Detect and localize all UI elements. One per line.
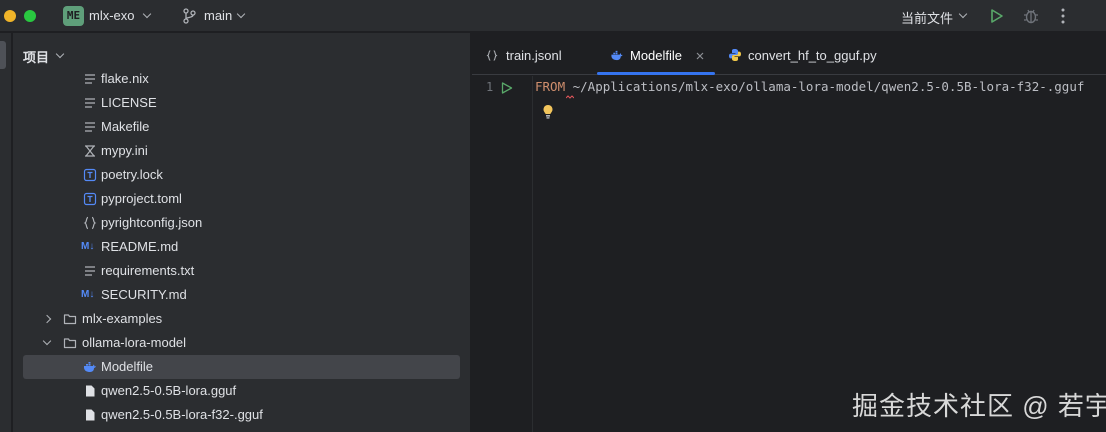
docker-icon <box>84 362 96 372</box>
json-file-icon <box>486 50 498 61</box>
tree-item[interactable]: requirements.txt <box>13 259 461 283</box>
tree-item[interactable]: poetry.lock <box>13 163 461 187</box>
window-close-button[interactable] <box>4 10 16 22</box>
branch-name[interactable]: main <box>204 8 232 23</box>
toml-file-icon <box>83 192 97 206</box>
text-lines-icon <box>85 98 95 108</box>
tab-convert-hf-to-gguf[interactable]: convert_hf_to_gguf.py <box>726 33 906 75</box>
tool-window-strip <box>0 33 12 432</box>
folder-icon <box>63 338 77 349</box>
tree-item[interactable]: qwen2.5-0.5B-lora.gguf <box>13 379 461 403</box>
tree-item[interactable]: Makefile <box>13 115 461 139</box>
more-options-icon[interactable] <box>1058 7 1068 25</box>
active-tab-indicator <box>597 72 715 75</box>
docker-icon <box>611 50 623 61</box>
project-panel: 项目 flake.nix LICENSE Makefile mypy.ini p… <box>13 33 471 432</box>
editor-tabs: train.jsonl Modelfile convert_hf_to_gguf… <box>472 33 1106 75</box>
tree-item-selected[interactable]: Modelfile <box>13 355 461 379</box>
tree-item[interactable]: M↓ SECURITY.md <box>13 283 461 307</box>
window-minimize-button[interactable] <box>24 10 36 22</box>
watermark: 掘金技术社区 @ 若宇 <box>852 391 1106 421</box>
gutter-run-icon[interactable] <box>501 82 513 94</box>
chevron-right-icon[interactable] <box>42 314 52 324</box>
close-tab-icon[interactable] <box>696 52 704 60</box>
panel-title[interactable]: 项目 <box>23 47 49 66</box>
debug-icon[interactable] <box>1022 7 1040 25</box>
tree-item[interactable]: M↓ README.md <box>13 235 461 259</box>
code-line[interactable]: FROM ~/Applications/mlx-exo/ollama-lora-… <box>535 79 1084 94</box>
warning-squiggle <box>566 95 574 99</box>
tree-item[interactable]: qwen2.5-0.5B-lora-f32-.gguf <box>13 403 461 427</box>
config-file-icon <box>85 145 95 157</box>
code-path: ~/Applications/mlx-exo/ollama-lora-model… <box>565 79 1085 94</box>
title-bar: ME mlx-exo main 当前文件 <box>0 0 1106 32</box>
editor-area: train.jsonl Modelfile convert_hf_to_gguf… <box>472 33 1106 432</box>
lightbulb-icon[interactable] <box>542 104 554 120</box>
tree-item[interactable]: mypy.ini <box>13 139 461 163</box>
code-keyword: FROM <box>535 79 566 94</box>
tree-folder[interactable]: mlx-examples <box>13 307 461 331</box>
tree-item[interactable]: pyproject.toml <box>13 187 461 211</box>
tab-train-jsonl[interactable]: train.jsonl <box>484 33 589 75</box>
toml-file-icon <box>83 168 97 182</box>
text-lines-icon <box>85 74 95 84</box>
tree-item[interactable]: flake.nix <box>13 67 461 91</box>
project-tool-button[interactable] <box>0 41 6 69</box>
gutter-separator <box>532 76 533 432</box>
markdown-file-icon: M↓ <box>81 289 95 300</box>
chevron-down-icon[interactable] <box>55 49 65 59</box>
text-lines-icon <box>85 122 95 132</box>
chevron-down-icon[interactable] <box>236 9 246 19</box>
markdown-file-icon: M↓ <box>81 241 95 252</box>
text-lines-icon <box>85 266 95 276</box>
tab-modelfile[interactable]: Modelfile <box>609 33 715 75</box>
tree-folder[interactable]: ollama-lora-model <box>13 331 461 355</box>
project-name[interactable]: mlx-exo <box>89 8 135 23</box>
project-badge[interactable]: ME <box>63 6 84 26</box>
chevron-down-icon[interactable] <box>958 9 968 19</box>
json-file-icon <box>83 216 97 230</box>
chevron-down-icon[interactable] <box>142 9 152 19</box>
tree-item[interactable]: pyrightconfig.json <box>13 211 461 235</box>
python-icon <box>729 49 741 61</box>
blank-file-icon <box>86 385 95 397</box>
blank-file-icon <box>86 409 95 421</box>
chevron-down-icon[interactable] <box>42 336 52 346</box>
run-icon[interactable] <box>990 8 1004 24</box>
tree-item[interactable]: LICENSE <box>13 91 461 115</box>
run-config-selector[interactable]: 当前文件 <box>901 8 953 27</box>
folder-icon <box>63 314 77 325</box>
git-branch-icon[interactable] <box>182 8 196 24</box>
line-number: 1 <box>486 80 494 94</box>
